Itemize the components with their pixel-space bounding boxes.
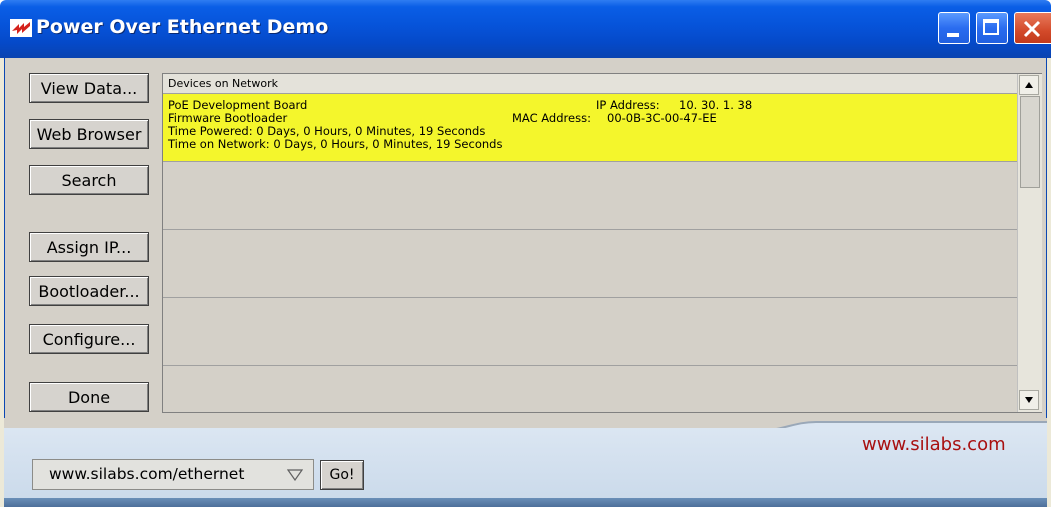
devices-list-header: Devices on Network — [163, 74, 1017, 94]
window-client: View Data... Web Browser Search Assign I… — [0, 58, 1051, 507]
arrow-up-icon — [1025, 82, 1033, 88]
search-button[interactable]: Search — [29, 165, 149, 195]
url-dropdown-value: www.silabs.com/ethernet — [49, 465, 245, 483]
mac-address-label: MAC Address: — [512, 111, 591, 125]
url-dropdown[interactable]: www.silabs.com/ethernet — [32, 459, 314, 490]
bootloader-button[interactable]: Bootloader... — [29, 276, 149, 306]
configure-button[interactable]: Configure... — [29, 324, 149, 354]
close-button[interactable] — [1014, 12, 1051, 44]
mac-address-value: 00-0B-3C-00-47-EE — [607, 111, 717, 125]
devices-scrollbar[interactable] — [1017, 74, 1042, 412]
web-browser-button[interactable]: Web Browser — [29, 119, 149, 149]
minimize-icon — [947, 33, 959, 37]
window-title: Power Over Ethernet Demo — [36, 16, 329, 38]
empty-device-row[interactable] — [163, 162, 1017, 230]
app-logo-icon — [10, 19, 32, 37]
done-button[interactable]: Done — [29, 382, 149, 412]
close-icon — [1023, 20, 1041, 38]
view-data-button[interactable]: View Data... — [29, 73, 149, 103]
assign-ip-button[interactable]: Assign IP... — [29, 232, 149, 262]
empty-device-row[interactable] — [163, 230, 1017, 298]
scroll-thumb[interactable] — [1020, 96, 1040, 188]
minimize-button[interactable] — [938, 12, 970, 44]
devices-list[interactable]: Devices on Network PoE Development Board… — [162, 73, 1042, 413]
time-on-network: Time on Network: 0 Days, 0 Hours, 0 Minu… — [168, 137, 503, 151]
footer-bar: www.silabs.com www.silabs.com/ethernet G… — [4, 428, 1047, 507]
scroll-down-button[interactable] — [1019, 390, 1039, 410]
footer-strip — [4, 498, 1047, 507]
scroll-up-button[interactable] — [1019, 75, 1039, 95]
chevron-down-icon — [287, 469, 303, 481]
empty-device-row[interactable] — [163, 298, 1017, 366]
device-row[interactable]: PoE Development Board IP Address: 10. 30… — [163, 94, 1017, 162]
go-button[interactable]: Go! — [320, 460, 364, 490]
main-panel: View Data... Web Browser Search Assign I… — [4, 58, 1047, 418]
arrow-down-icon — [1025, 397, 1033, 403]
maximize-button[interactable] — [976, 12, 1008, 44]
silabs-link[interactable]: www.silabs.com — [862, 434, 1006, 455]
empty-device-row[interactable] — [163, 366, 1017, 412]
maximize-icon — [983, 19, 999, 35]
title-bar[interactable]: Power Over Ethernet Demo — [0, 0, 1051, 58]
